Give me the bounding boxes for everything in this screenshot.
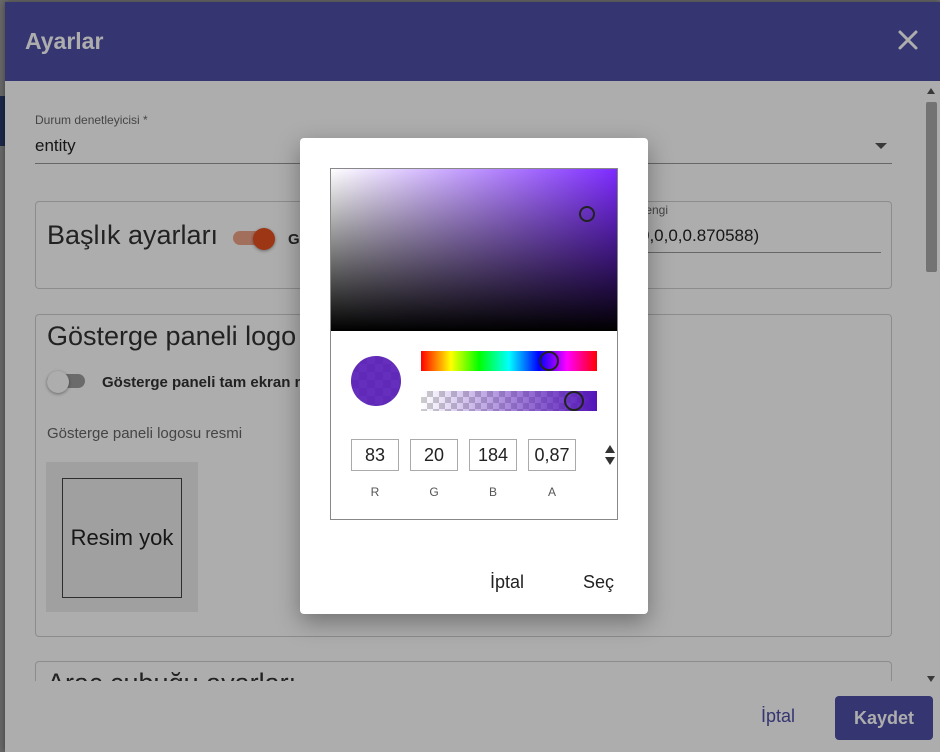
color-preview-swatch: [351, 356, 401, 406]
arrow-down-icon: [605, 457, 615, 465]
red-label: R: [370, 485, 380, 499]
color-picker-popup: R G B A İptal Seç: [300, 138, 648, 614]
picker-cancel-button[interactable]: İptal: [490, 572, 524, 593]
hue-handle[interactable]: [539, 351, 559, 371]
red-input[interactable]: [351, 439, 399, 471]
arrow-up-icon: [605, 445, 615, 453]
alpha-label: A: [547, 485, 556, 499]
color-preview-fill: [351, 356, 401, 406]
picker-select-button[interactable]: Seç: [583, 572, 614, 593]
rgba-inputs: R G B A: [351, 439, 615, 499]
alpha-slider[interactable]: [421, 391, 597, 411]
blue-input[interactable]: [469, 439, 517, 471]
blue-label: B: [488, 485, 497, 499]
color-picker-panel: R G B A: [330, 168, 618, 520]
hue-slider[interactable]: [421, 351, 597, 371]
alpha-input[interactable]: [528, 439, 576, 471]
alpha-handle[interactable]: [564, 391, 584, 411]
up-down-arrows-icon[interactable]: [604, 443, 616, 467]
saturation-handle[interactable]: [579, 206, 595, 222]
saturation-value-area[interactable]: [331, 169, 617, 331]
green-label: G: [429, 485, 439, 499]
green-input[interactable]: [410, 439, 458, 471]
